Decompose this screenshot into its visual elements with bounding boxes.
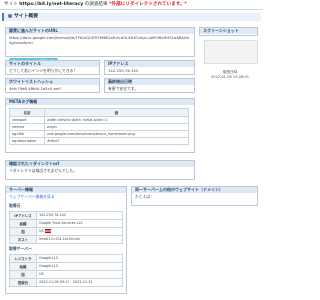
server-row-value: 142.250.76.142 — [36, 211, 123, 220]
host-row-value: 2022-11-09 09:17 - 2022-12-31 — [36, 278, 123, 287]
server-row-label: ホスト — [9, 235, 37, 244]
host-row-label: 登録日 — [9, 278, 37, 287]
table-row: IPアドレス 142.250.76.142 — [9, 211, 123, 220]
target-url: https://bit.ly/net-literacy — [19, 2, 84, 7]
table-row: referrer origin — [9, 123, 189, 131]
meta-table: 名前 値 viewport width=device-width, initial… — [9, 108, 189, 145]
meta-header-name: 名前 — [9, 108, 45, 117]
us-flag-icon — [44, 229, 51, 233]
server-row-value: lrfra01-in-f14.1e100.net — [36, 235, 123, 244]
meta-value: vnd.google.com/docs/forms/device_home/ma… — [44, 130, 189, 138]
final-url-value: https://docs.google.com/forms/d/e/1FAIpQ… — [9, 35, 189, 45]
meta-value: #nfxd7 — [44, 137, 189, 145]
host-row-label: レジストラ — [9, 254, 37, 263]
server-source-label: 取得元 — [9, 203, 21, 208]
hash-panel: ホワイトリストハッシュ 4efc79d8-4f6d4-1a5c0-ee0 — [5, 78, 100, 93]
redirect-value: リダイレクトは検出されませんでした。 — [9, 168, 78, 173]
host-source-label: 取得サーバー — [9, 246, 32, 251]
server-panel: サーバー情報 ウェブサーバー情報を見る 取得元 IPアドレス 142.250.76… — [5, 186, 127, 294]
host-row-value: Google LLC — [36, 254, 123, 263]
meta-name: og:description — [9, 137, 45, 145]
server-row-label: 国 — [9, 227, 37, 236]
final-url-panel: 悪質に進んだサイトのURL https://docs.google.com/fo… — [5, 27, 195, 66]
screenshot-caption: 取得日時 2022-01-09 19:26:01 — [204, 70, 256, 79]
overview-header: サイト概要 — [2, 13, 261, 21]
table-row: 組織 Google LLC — [9, 262, 123, 271]
top-mid: の調査結果 — [83, 2, 110, 7]
status-panel: 最終検出日時 有害で安全です。 — [104, 78, 195, 93]
status-value: 有害で安全です。 — [108, 86, 138, 91]
table-row: 組織 Google Trust Services LLC — [9, 219, 123, 228]
table-row: 国 US — [9, 227, 123, 236]
server-row-label: IPアドレス — [9, 211, 37, 220]
table-row: ホスト lrfra01-in-f14.1e100.net — [9, 235, 123, 244]
table-row: 登録日 2022-11-09 09:17 - 2022-12-31 — [9, 278, 123, 287]
redirect-warning: *外部にリダイレクトされています。* — [109, 2, 187, 7]
server-info-link[interactable]: ウェブサーバー情報を見る — [6, 193, 126, 201]
table-row: レジストラ Google LLC — [9, 254, 123, 263]
site-screenshot — [204, 40, 258, 64]
info-icon — [8, 13, 12, 18]
meta-value: width=device-width, initial-scale=1 — [44, 116, 189, 124]
meta-name: referrer — [9, 123, 45, 131]
top-bar: サイト https://bit.ly/net-literacy の調査結果 *外… — [0, 0, 263, 10]
server-row-label: 組織 — [9, 219, 37, 228]
meta-panel: METAタグ情報 名前 値 viewport width=device-width… — [5, 98, 195, 153]
host-row-value: Google LLC — [36, 262, 123, 271]
ip-value: 142.250.76.142 — [108, 68, 139, 73]
meta-label: METAタグ情報 — [6, 99, 194, 105]
screenshot-label: スクリーンショット — [200, 28, 257, 34]
top-prefix: サイト — [4, 2, 20, 7]
hash-value: 4efc79d8-4f6d4-1a5c0-ee0 — [9, 86, 61, 91]
ip-panel: IPアドレス 142.250.76.142 — [104, 60, 195, 75]
overview-title: サイト概要 — [14, 14, 38, 19]
server-row-value: Google Trust Services LLC — [36, 219, 123, 228]
title-panel: サイトのタイトル どうして若いインジを明らかにできる？ — [5, 60, 100, 75]
host-table: レジストラ Google LLC 組織 Google LLC 国 US 登録日 2022… — [9, 254, 123, 287]
server-row-value: US — [36, 227, 123, 236]
meta-value: origin — [44, 123, 189, 131]
table-row: viewport width=device-width, initial-scal… — [9, 116, 189, 124]
host-row-value: US — [36, 270, 123, 279]
country-code: US — [39, 229, 44, 233]
table-row: og:title vnd.google.com/docs/forms/device… — [9, 130, 189, 138]
host-row-label: 国 — [9, 270, 37, 279]
related-panel: 同一サーバー上の他のウェブサイト（ドメイン） たとえば： — [131, 186, 258, 206]
redirect-panel: 確認されたリダイレクトurl リダイレクトは検出されませんでした。 — [5, 160, 195, 180]
related-value: たとえば： — [135, 194, 154, 199]
meta-header-value: 値 — [44, 108, 189, 117]
server-table: IPアドレス 142.250.76.142 組織 Google Trust Serv… — [9, 211, 123, 244]
meta-name: og:title — [9, 130, 45, 138]
screenshot-header: スクリーンショット — [199, 27, 258, 36]
host-row-label: 組織 — [9, 262, 37, 271]
title-value: どうして若いインジを明らかにできる？ — [9, 68, 78, 73]
meta-name: viewport — [9, 116, 45, 124]
screenshot-date: 2022-01-09 19:26:01 — [210, 74, 250, 79]
table-row: 国 US — [9, 270, 123, 279]
table-row: og:description #nfxd7 — [9, 137, 189, 145]
